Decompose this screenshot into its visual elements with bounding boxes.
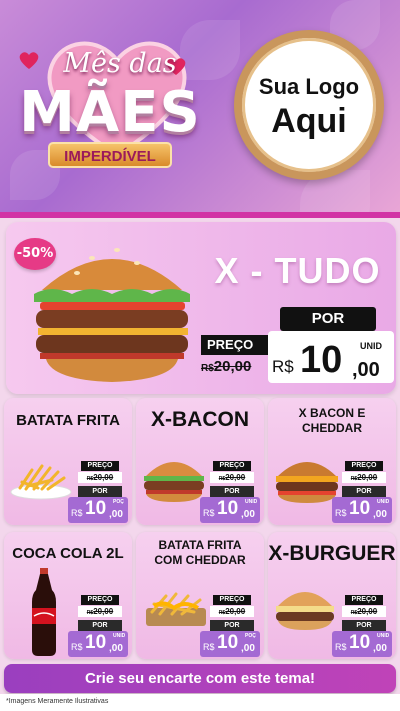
por-label: POR (210, 620, 254, 631)
title-mes-das: Mês das (63, 48, 177, 79)
hero-new-dec: ,00 (352, 359, 380, 381)
create-flyer-button[interactable]: Crie seu encarte com este tema! (4, 664, 396, 693)
title-maes: MÃES (19, 80, 201, 145)
new-price: R$ 10,00 POÇ (200, 631, 260, 657)
logo-text-line2: Aqui (271, 102, 347, 140)
fries-image-icon (10, 464, 72, 500)
new-price: R$ 10,00 UNID (332, 497, 392, 523)
logo-text-line1: Sua Logo (258, 74, 360, 99)
por-label: POR (78, 620, 122, 631)
product-title: X BACON E CHEDDAR (298, 406, 366, 435)
small-heart-icon (19, 52, 39, 69)
product-title: COCA COLA 2L (12, 545, 124, 562)
new-price: R$ 10,00 POÇ (68, 497, 128, 523)
hero-preco-label: PREÇO (201, 335, 273, 355)
preco-label: PREÇO (81, 595, 119, 605)
new-price: R$ 10,00 UNID (200, 497, 260, 523)
preco-label: PREÇO (81, 461, 119, 471)
old-price: R$20,00 (342, 606, 386, 617)
logo-placeholder[interactable]: Sua Logo Aqui (234, 30, 384, 180)
product-title: X-BURGUER (268, 542, 396, 565)
hero-unit: UNID (360, 341, 382, 351)
burger-image-icon (144, 462, 204, 502)
burger-cheddar-image-icon (276, 462, 338, 503)
discount-badge: -50% (14, 238, 56, 270)
fries-cheddar-image-icon (146, 592, 206, 626)
old-price: R$20,00 (342, 472, 386, 483)
disclaimer-note: *Imagens Meramente Ilustrativas (6, 698, 109, 705)
product-title: BATATA FRITA (16, 412, 120, 429)
preco-label: PREÇO (213, 595, 251, 605)
preco-label: PREÇO (345, 461, 383, 471)
title-imperdivel: IMPERDÍVEL (48, 142, 172, 168)
preco-label: PREÇO (345, 595, 383, 605)
divider-band (0, 212, 400, 218)
new-price: R$ 10,00 UNID (68, 631, 128, 657)
hero-new-int: 10 (300, 339, 343, 381)
hero-por-label: POR (280, 307, 376, 331)
hero-new-price: R$ 10 ,00 UNID (268, 331, 394, 383)
product-title: X-BACON (151, 408, 249, 431)
preco-label: PREÇO (213, 461, 251, 471)
hero-old-price: R$20,00 (201, 358, 273, 375)
product-title: BATATA FRITA COM CHEDDAR (154, 538, 246, 567)
por-label: POR (342, 620, 386, 631)
hero-old-currency: R$ (201, 363, 214, 374)
por-label: POR (78, 486, 122, 497)
new-price: R$ 10,00 UNID (332, 631, 392, 657)
hero-product-title: X - TUDO (214, 250, 381, 291)
old-price: R$20,00 (210, 472, 254, 483)
old-price: R$20,00 (78, 606, 122, 617)
hero-new-currency: R$ (272, 357, 294, 376)
por-label: POR (210, 486, 254, 497)
old-price: R$20,00 (78, 472, 122, 483)
burger-image-icon (276, 592, 334, 630)
hero-old-value: 20,00 (213, 358, 252, 375)
old-price: R$20,00 (210, 606, 254, 617)
por-label: POR (342, 486, 386, 497)
soda-bottle-image-icon (32, 568, 56, 656)
